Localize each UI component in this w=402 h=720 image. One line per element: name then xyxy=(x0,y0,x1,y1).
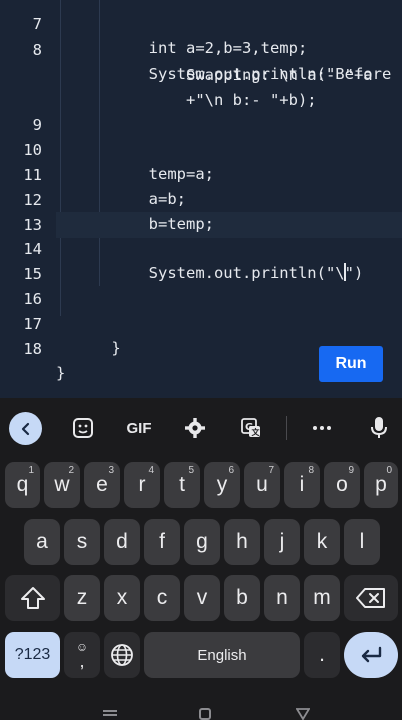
recents-icon[interactable] xyxy=(103,710,117,712)
key-i[interactable]: i8 xyxy=(284,462,320,508)
code-line[interactable]: 7 int a=2,b=3,temp; xyxy=(0,0,402,57)
emoji-comma-key[interactable]: ☺ , xyxy=(64,632,100,678)
key-r[interactable]: r4 xyxy=(124,462,160,508)
enter-icon xyxy=(361,646,382,663)
key-label: t xyxy=(179,473,185,496)
symbols-key[interactable]: ?123 xyxy=(5,632,60,678)
run-button[interactable]: Run xyxy=(319,346,383,382)
gif-button[interactable]: GIF xyxy=(120,410,158,446)
svg-text:文: 文 xyxy=(252,427,261,437)
code-line-active[interactable]: 14 System.out.println("\") xyxy=(0,213,402,282)
code-line[interactable]: 13 xyxy=(0,189,402,234)
key-label: i xyxy=(299,473,305,496)
key-label: , xyxy=(79,651,85,671)
key-x[interactable]: x xyxy=(104,575,140,621)
key-d[interactable]: d xyxy=(104,519,140,565)
key-e[interactable]: e3 xyxy=(84,462,120,508)
code-line[interactable]: 8 System.out.println("Before xyxy=(0,14,402,83)
key-hint: 2 xyxy=(68,465,74,476)
system-navigation-bar xyxy=(0,700,402,720)
key-z[interactable]: z xyxy=(64,575,100,621)
code-text: } xyxy=(74,339,121,357)
key-y[interactable]: y6 xyxy=(204,462,240,508)
code-line[interactable]: 16 xyxy=(0,263,402,308)
key-c[interactable]: c xyxy=(144,575,180,621)
key-t[interactable]: t5 xyxy=(164,462,200,508)
code-line[interactable]: 18 } xyxy=(0,313,402,382)
key-hint: 6 xyxy=(228,465,234,476)
enter-key[interactable] xyxy=(344,632,398,678)
key-label: r xyxy=(138,473,146,496)
space-bar[interactable]: English xyxy=(144,632,300,678)
key-hint: 8 xyxy=(308,465,314,476)
code-line[interactable]: 15 xyxy=(0,238,402,283)
key-label: q xyxy=(16,473,29,496)
back-triangle-icon[interactable] xyxy=(296,708,310,720)
key-h[interactable]: h xyxy=(224,519,260,565)
key-m[interactable]: m xyxy=(304,575,340,621)
more-horizontal-icon[interactable] xyxy=(304,410,340,446)
shift-key[interactable] xyxy=(5,575,60,621)
line-number: 18 xyxy=(23,340,42,358)
key-a[interactable]: a xyxy=(24,519,60,565)
key-o[interactable]: o9 xyxy=(324,462,360,508)
sticker-icon[interactable] xyxy=(65,410,101,446)
key-label: o xyxy=(336,473,348,496)
key-hint: 0 xyxy=(386,465,392,476)
key-hint: 3 xyxy=(108,465,114,476)
key-g[interactable]: g xyxy=(184,519,220,565)
key-v[interactable]: v xyxy=(184,575,220,621)
code-line[interactable]: 9 xyxy=(0,89,402,134)
key-w[interactable]: w2 xyxy=(44,462,80,508)
key-s[interactable]: s xyxy=(64,519,100,565)
keyboard-toolbar: GIF G文 xyxy=(0,398,402,458)
globe-key[interactable] xyxy=(104,632,140,678)
key-label: w xyxy=(54,473,70,496)
code-line-wrapped[interactable]: +"\n b:- "+b); xyxy=(0,64,402,109)
backspace-icon xyxy=(356,588,385,608)
key-p[interactable]: p0 xyxy=(364,462,398,508)
key-q[interactable]: q1 xyxy=(5,462,40,508)
key-hint: 7 xyxy=(268,465,274,476)
code-line-wrapped[interactable]: Swapping: \n a:- "+a xyxy=(0,39,402,84)
microphone-icon[interactable] xyxy=(361,410,397,446)
key-hint: 5 xyxy=(188,465,194,476)
backspace-key[interactable] xyxy=(344,575,398,621)
translate-icon[interactable]: G文 xyxy=(233,410,269,446)
key-f[interactable]: f xyxy=(144,519,180,565)
key-l[interactable]: l xyxy=(344,519,380,565)
key-label: e xyxy=(96,473,108,496)
key-b[interactable]: b xyxy=(224,575,260,621)
key-hint: 1 xyxy=(28,465,34,476)
key-u[interactable]: u7 xyxy=(244,462,280,508)
key-label: y xyxy=(216,473,228,496)
key-j[interactable]: j xyxy=(264,519,300,565)
code-editor[interactable]: 7 int a=2,b=3,temp; 8 System.out.println… xyxy=(0,0,402,398)
globe-icon xyxy=(111,644,133,666)
code-line[interactable]: 10 temp=a; xyxy=(0,114,402,183)
key-k[interactable]: k xyxy=(304,519,340,565)
on-screen-keyboard: GIF G文 q1 w2 e3 r4 t5 y6 u7 i8 o9 p0 a s… xyxy=(0,398,402,720)
code-text: } xyxy=(56,364,66,382)
period-key[interactable]: . xyxy=(304,632,340,678)
code-line[interactable]: 17 } xyxy=(0,288,402,357)
code-line[interactable]: 12 b=temp; xyxy=(0,164,402,233)
shift-icon xyxy=(20,587,45,609)
code-line[interactable]: 11 a=b; xyxy=(0,139,402,208)
key-hint: 4 xyxy=(148,465,154,476)
gear-icon[interactable] xyxy=(177,410,213,446)
key-hint: 9 xyxy=(348,465,354,476)
toolbar-divider xyxy=(286,416,287,440)
key-label: u xyxy=(256,473,268,496)
key-n[interactable]: n xyxy=(264,575,300,621)
home-icon[interactable] xyxy=(199,708,211,720)
chevron-left-icon[interactable] xyxy=(9,412,42,445)
key-label: p xyxy=(375,473,387,496)
